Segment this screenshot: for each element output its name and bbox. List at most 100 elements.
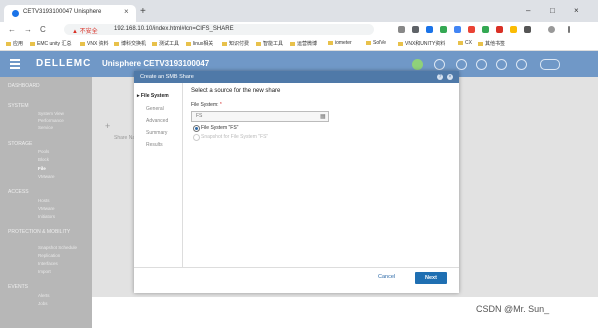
new-tab-button[interactable]: + — [140, 6, 146, 17]
dialog-heading: Select a source for the new share — [191, 88, 281, 94]
bookmark-item[interactable]: linux相关 — [186, 40, 213, 47]
reload-icon[interactable]: C — [40, 25, 46, 34]
star-icon[interactable] — [398, 26, 405, 33]
bookmark-item[interactable]: EMC unity 汇总 — [30, 40, 71, 47]
sidebar-item-events[interactable]: EVENTS — [8, 284, 28, 290]
sidebar-subitem[interactable]: Service — [38, 125, 53, 130]
browse-icon[interactable]: ▦ — [320, 113, 326, 120]
folder-icon — [186, 41, 191, 46]
dialog-header: Create an SMB Share ? × — [134, 71, 459, 83]
insecure-label: ▲ 不安全 — [72, 29, 98, 35]
sidebar-subitem[interactable]: VMware — [38, 206, 55, 211]
tab-favicon-icon — [12, 10, 19, 17]
url-text: 192.168.10.10/index.html#lcn=CIFS_SHARE — [114, 26, 234, 32]
bookmark-item[interactable]: 博科交换机 — [114, 40, 146, 47]
settings-gear-icon[interactable] — [476, 59, 487, 70]
help-icon[interactable]: ? — [437, 74, 443, 80]
address-bar-row: ← → C ▲ 不安全 192.168.10.10/index.html#lcn… — [0, 22, 598, 38]
bookmark-item[interactable]: VNX 资料 — [80, 40, 109, 47]
tab-title: CETV3193100047 Unisphere — [23, 9, 102, 15]
sidebar-subitem[interactable]: Import — [38, 269, 51, 274]
profile-avatar[interactable] — [548, 26, 555, 33]
app-title: Unisphere CETV3193100047 — [102, 59, 210, 68]
file-system-option-label[interactable]: File System "FS" — [201, 125, 238, 131]
sidebar-item-storage[interactable]: STORAGE — [8, 141, 32, 147]
bookmark-item[interactable]: SolVe — [366, 40, 386, 46]
menu-icon[interactable] — [568, 26, 570, 33]
bookmark-item[interactable]: 其他书签 — [478, 40, 505, 47]
bookmark-item[interactable]: 测试工具 — [152, 40, 179, 47]
sidebar-subitem[interactable]: Jobs — [38, 301, 48, 306]
cancel-button[interactable]: Cancel — [378, 274, 395, 280]
dialog-title: Create an SMB Share — [140, 74, 194, 80]
sidebar-subitem[interactable]: Block — [38, 157, 49, 162]
required-marker: * — [219, 102, 222, 108]
file-system-radio[interactable] — [193, 125, 200, 132]
wizard-steps: ▸ File System General Advanced Summary R… — [134, 83, 183, 267]
bookmark-item[interactable]: 知识付费 — [222, 40, 249, 47]
extension-icon[interactable] — [468, 26, 475, 33]
bookmark-item[interactable]: VNX和UNITY资料 — [398, 40, 445, 47]
folder-icon — [30, 41, 35, 46]
folder-icon — [458, 40, 463, 45]
user-icon[interactable] — [496, 59, 507, 70]
extension-icon[interactable] — [482, 26, 489, 33]
close-window-button[interactable]: × — [574, 6, 579, 15]
browser-tab[interactable]: CETV3193100047 Unisphere × — [4, 5, 136, 22]
maximize-button[interactable]: □ — [550, 6, 555, 15]
sidebar-subitem[interactable]: Interfaces — [38, 261, 58, 266]
back-icon[interactable]: ← — [8, 25, 16, 34]
watermark: CSDN @Mr. Sun_ — [476, 304, 550, 314]
minimize-button[interactable]: – — [526, 6, 530, 15]
share-name-column: Share Na — [114, 135, 136, 141]
extension-icon[interactable] — [496, 26, 503, 33]
step-summary: Summary — [146, 130, 168, 136]
extension-icon[interactable] — [412, 26, 419, 33]
sidebar-subitem[interactable]: VMware — [38, 174, 55, 179]
address-bar[interactable]: ▲ 不安全 192.168.10.10/index.html#lcn=CIFS_… — [64, 24, 374, 35]
sidebar-subitem[interactable]: Initiators — [38, 214, 55, 219]
sidebar-subitem-file[interactable]: File — [38, 166, 46, 171]
snapshot-radio[interactable] — [193, 134, 200, 141]
bookmark-item[interactable]: iometer — [328, 40, 352, 46]
step-file-system[interactable]: ▸ File System — [137, 93, 169, 99]
tab-close-icon[interactable]: × — [124, 7, 129, 16]
sidebar-subitem[interactable]: Replication — [38, 253, 60, 258]
sidebar-subitem[interactable]: Hosts — [38, 198, 50, 203]
sidebar-subitem[interactable]: Performance — [38, 118, 64, 123]
sidebar-item-access[interactable]: ACCESS — [8, 189, 29, 195]
next-button[interactable]: Next — [415, 272, 447, 284]
bookmark-item[interactable]: 运营微博 — [290, 40, 317, 47]
close-icon[interactable]: × — [447, 74, 453, 80]
extension-icon[interactable] — [426, 26, 433, 33]
bookmark-item[interactable]: CX — [458, 40, 472, 46]
extension-icon[interactable] — [454, 26, 461, 33]
file-system-picker[interactable]: FS ▦ — [191, 111, 329, 122]
sidebar-item-system[interactable]: SYSTEM — [8, 103, 29, 109]
sidebar-item-protection[interactable]: PROTECTION & MOBILITY — [8, 229, 84, 236]
bookmark-item[interactable]: 应用 — [6, 40, 23, 47]
health-status-icon[interactable] — [412, 59, 423, 70]
browser-tab-strip: CETV3193100047 Unisphere × + – □ × — [0, 0, 598, 22]
sidebar-subitem[interactable]: Alerts — [38, 293, 50, 298]
sidebar-subitem[interactable]: Pools — [38, 149, 49, 154]
cloudiq-icon[interactable] — [540, 59, 560, 70]
extension-icon[interactable] — [510, 26, 517, 33]
jobs-icon[interactable] — [434, 59, 445, 70]
bookmark-item[interactable]: 智能工具 — [256, 40, 283, 47]
sidebar-item-dashboard[interactable]: DASHBOARD — [8, 83, 40, 89]
folder-icon — [256, 41, 261, 46]
sidebar-subitem[interactable]: Snapshot Schedule — [38, 245, 77, 250]
sidebar-subitem[interactable]: System View — [38, 111, 64, 116]
alerts-bell-icon[interactable] — [456, 59, 467, 70]
forward-icon[interactable]: → — [24, 25, 32, 34]
help-icon[interactable] — [516, 59, 527, 70]
folder-icon — [366, 40, 371, 45]
active-step-marker: ▸ — [137, 93, 140, 99]
extension-icon[interactable] — [524, 26, 531, 33]
hamburger-menu-icon[interactable] — [10, 59, 20, 71]
extension-icon[interactable] — [440, 26, 447, 33]
folder-icon — [80, 41, 85, 46]
folder-icon — [222, 41, 227, 46]
step-general: General — [146, 106, 164, 112]
